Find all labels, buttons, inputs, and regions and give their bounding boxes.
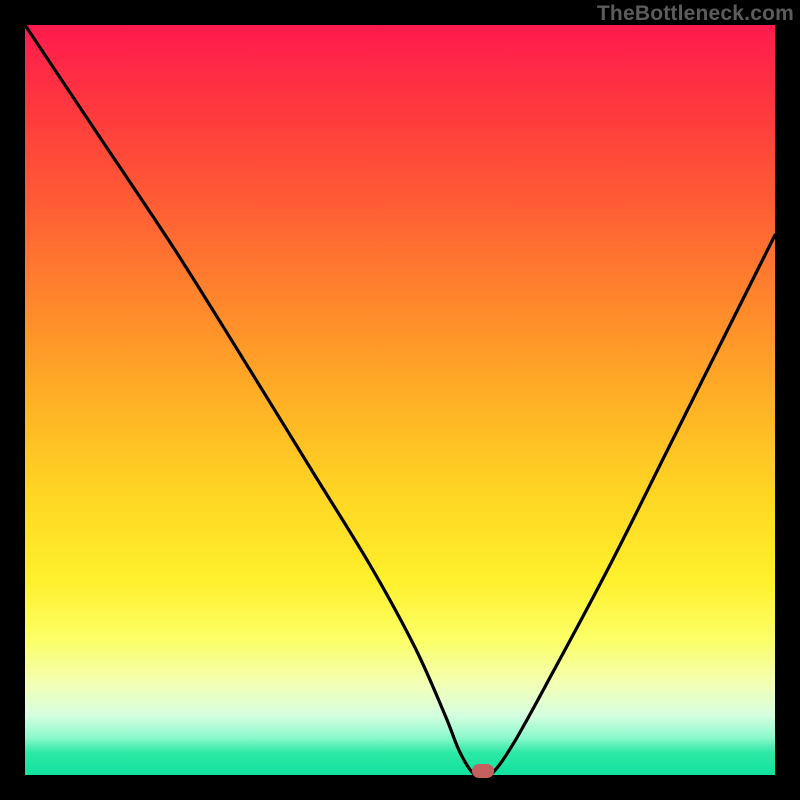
bottleneck-curve	[25, 25, 775, 775]
plot-area	[25, 25, 775, 775]
optimal-marker-icon	[472, 764, 494, 778]
watermark-text: TheBottleneck.com	[597, 2, 794, 26]
chart-frame: TheBottleneck.com	[0, 0, 800, 800]
